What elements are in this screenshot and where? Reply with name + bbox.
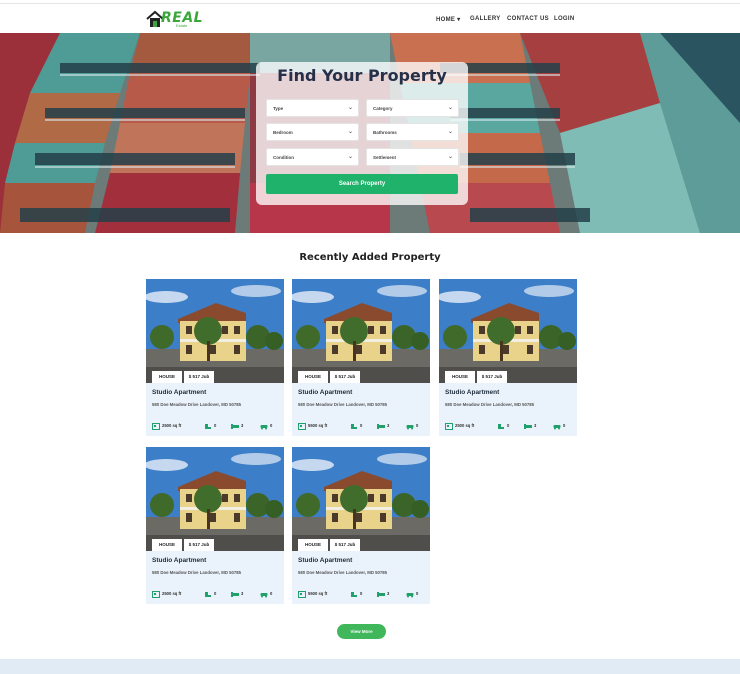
area-feature: 2500 sq ft <box>445 422 474 430</box>
property-photo <box>439 279 577 383</box>
property-type-badge: HOUSE <box>298 539 328 551</box>
property-card[interactable]: HOUSE $ 517 Jub Studio Apartment 580 Doe… <box>292 279 430 436</box>
property-photo <box>146 279 284 383</box>
area-feature: 2500 sq ft <box>152 590 181 598</box>
price-badge: $ 517 Jub <box>330 539 360 551</box>
property-type-badge: HOUSE <box>445 371 475 383</box>
chevron-down-icon: ⌄ <box>347 105 353 111</box>
area-feature: 5500 sq ft <box>298 590 327 598</box>
garage-feature: 0 <box>260 422 272 430</box>
chevron-down-icon: ⌄ <box>347 129 353 135</box>
chevron-down-icon: ⌄ <box>447 105 453 111</box>
bed-icon <box>524 423 532 429</box>
room-icon <box>205 591 211 597</box>
property-type-badge: HOUSE <box>152 539 182 551</box>
type-select[interactable]: Type ⌄ <box>266 99 359 117</box>
property-address: 580 Doe Meadow Drive Landover, MD 50785 <box>152 570 242 575</box>
property-title: Studio Apartment <box>152 389 207 396</box>
property-photo <box>146 447 284 551</box>
beds-feature: 3 <box>231 422 243 430</box>
area-feature: 2500 sq ft <box>152 422 181 430</box>
search-title: Find Your Property <box>277 66 447 85</box>
bedrooms-feature: 0 <box>204 590 216 598</box>
nav-login[interactable]: LOGIN <box>554 16 575 22</box>
bathrooms-select[interactable]: Bathrooms ⌄ <box>366 123 459 141</box>
price-badge: $ 517 Jub <box>184 371 214 383</box>
condition-select[interactable]: Condition ⌄ <box>266 148 359 166</box>
property-photo <box>292 279 430 383</box>
property-card[interactable]: HOUSE $ 517 Jub Studio Apartment 580 Doe… <box>292 447 430 604</box>
bed-icon <box>377 423 385 429</box>
property-title: Studio Apartment <box>298 389 353 396</box>
recent-section-title: Recently Added Property <box>299 252 441 263</box>
car-icon <box>406 424 414 429</box>
area-icon <box>152 422 160 430</box>
property-title: Studio Apartment <box>152 557 207 564</box>
room-icon <box>205 423 211 429</box>
search-panel: Find Your Property Type ⌄ Category ⌄ Bedro… <box>256 62 468 205</box>
garage-feature: 0 <box>553 422 565 430</box>
car-icon <box>260 424 268 429</box>
bed-icon <box>231 423 239 429</box>
beds-feature: 3 <box>377 422 389 430</box>
property-card[interactable]: HOUSE $ 517 Jub Studio Apartment 580 Doe… <box>146 447 284 604</box>
bedrooms-feature: 0 <box>204 422 216 430</box>
view-more-button[interactable]: View More <box>337 624 386 639</box>
garage-feature: 0 <box>260 590 272 598</box>
settlement-select[interactable]: Settlement ⌄ <box>366 148 459 166</box>
car-icon <box>260 592 268 597</box>
property-type-badge: HOUSE <box>298 371 328 383</box>
bedrooms-feature: 0 <box>497 422 509 430</box>
area-icon <box>298 422 306 430</box>
beds-feature: 3 <box>231 590 243 598</box>
property-card[interactable]: HOUSE $ 517 Jub Studio Apartment 580 Doe… <box>146 279 284 436</box>
footer <box>0 659 740 674</box>
property-address: 580 Doe Meadow Drive Landover, MD 50785 <box>298 402 388 407</box>
price-badge: $ 517 Jub <box>477 371 507 383</box>
bed-icon <box>231 591 239 597</box>
area-icon <box>152 590 160 598</box>
chevron-down-icon: ⌄ <box>447 154 453 160</box>
nav-contact-us[interactable]: CONTACT US <box>507 16 549 22</box>
car-icon <box>406 592 414 597</box>
site-logo[interactable]: REAL Estate <box>146 9 203 31</box>
room-icon <box>498 423 504 429</box>
search-property-button[interactable]: Search Property <box>266 174 458 194</box>
area-feature: 5500 sq ft <box>298 422 327 430</box>
property-address: 580 Doe Meadow Drive Landover, MD 50785 <box>445 402 535 407</box>
logo-subtext: Estate <box>176 23 188 28</box>
price-badge: $ 517 Jub <box>330 371 360 383</box>
bed-icon <box>377 591 385 597</box>
navbar: REAL Estate HOME ▾ GALLERY CONTACT US LO… <box>0 4 740 33</box>
property-address: 580 Doe Meadow Drive Landover, MD 50785 <box>152 402 242 407</box>
beds-feature: 3 <box>377 590 389 598</box>
property-card[interactable]: HOUSE $ 517 Jub Studio Apartment 580 Doe… <box>439 279 577 436</box>
category-select[interactable]: Category ⌄ <box>366 99 459 117</box>
property-address: 580 Doe Meadow Drive Landover, MD 50785 <box>298 570 388 575</box>
nav-gallery[interactable]: GALLERY <box>470 16 501 22</box>
garage-feature: 0 <box>406 590 418 598</box>
room-icon <box>351 591 357 597</box>
bedroom-select[interactable]: Bedroom ⌄ <box>266 123 359 141</box>
property-type-badge: HOUSE <box>152 371 182 383</box>
car-icon <box>553 424 561 429</box>
property-title: Studio Apartment <box>445 389 500 396</box>
beds-feature: 3 <box>524 422 536 430</box>
nav-home[interactable]: HOME ▾ <box>436 16 460 23</box>
property-photo <box>292 447 430 551</box>
caret-down-icon: ▾ <box>457 17 461 23</box>
area-icon <box>298 590 306 598</box>
garage-feature: 0 <box>406 422 418 430</box>
room-icon <box>351 423 357 429</box>
bedrooms-feature: 0 <box>350 422 362 430</box>
chevron-down-icon: ⌄ <box>447 129 453 135</box>
area-icon <box>445 422 453 430</box>
bedrooms-feature: 0 <box>350 590 362 598</box>
chevron-down-icon: ⌄ <box>347 154 353 160</box>
price-badge: $ 517 Jub <box>184 539 214 551</box>
property-title: Studio Apartment <box>298 557 353 564</box>
